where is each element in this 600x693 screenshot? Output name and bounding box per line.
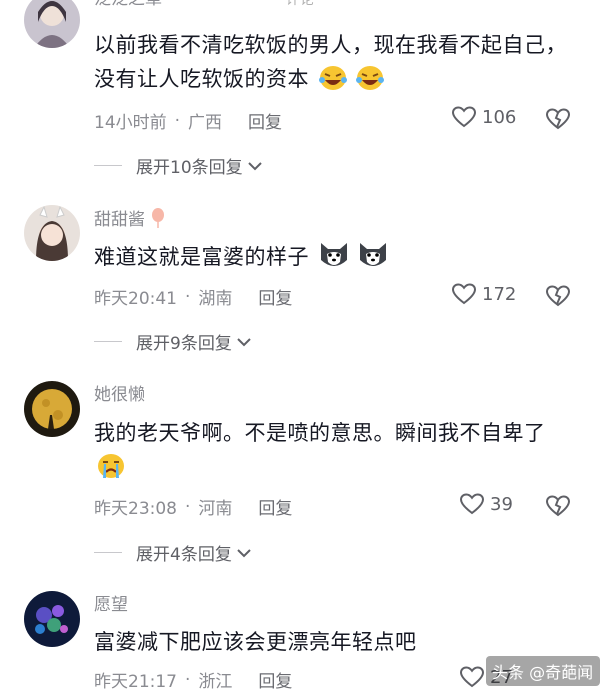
crying-emoji [96, 452, 126, 490]
broken-heart-icon [545, 495, 571, 517]
avatar[interactable] [24, 205, 80, 261]
comment-meta: 昨天23:08 · 河南 回复 [94, 494, 292, 520]
heart-icon [460, 493, 484, 515]
like-button[interactable]: 39 [460, 493, 513, 515]
comment-location: 湖南 [198, 289, 233, 309]
divider-line [94, 165, 122, 166]
watermark: 头条 @奇葩闻 [486, 656, 600, 686]
comment-body: 难道这就是富婆的样子 [94, 245, 309, 269]
comment-location: 浙江 [198, 672, 233, 692]
expand-replies-button[interactable]: 展开10条回复 [94, 153, 263, 178]
expand-replies-label: 展开4条回复 [136, 545, 232, 565]
reply-button[interactable]: 回复 [258, 284, 292, 309]
comment-time: 昨天23:08 [94, 499, 177, 519]
comment-time: 昨天21:17 [94, 672, 177, 692]
avatar[interactable] [24, 0, 80, 48]
like-button[interactable]: 172 [452, 283, 516, 305]
comment-time: 14小时前 [94, 113, 167, 133]
comment-location: 河南 [198, 499, 233, 519]
chevron-down-icon [247, 161, 262, 170]
like-count: 106 [482, 106, 517, 128]
comment-text: 难道这就是富婆的样子 [94, 240, 574, 280]
comment-username[interactable]: 泛泛之辈 [94, 0, 162, 10]
dislike-button[interactable] [545, 495, 571, 521]
reply-button[interactable]: 回复 [248, 108, 282, 133]
expand-replies-button[interactable]: 展开4条回复 [94, 540, 252, 565]
husky-emoji [318, 240, 389, 280]
divider-line [94, 341, 122, 342]
meta-separator: · [185, 496, 191, 517]
comment-location: 广西 [188, 113, 223, 133]
dislike-button[interactable] [545, 108, 571, 134]
comment-text: 以前我看不清吃软饭的男人，现在我看不起自己，没有让人吃软饭的资本 [94, 28, 574, 102]
avatar[interactable] [24, 591, 80, 647]
like-count: 39 [490, 493, 513, 515]
comment-username[interactable]: 她很懒 [94, 384, 145, 406]
reply-button[interactable]: 回复 [258, 667, 292, 692]
comment-username[interactable]: 甜甜酱 [94, 208, 166, 231]
top-bar: 评论 [0, 0, 600, 14]
like-button[interactable]: 106 [452, 106, 516, 128]
heart-icon [452, 283, 476, 305]
comment-meta: 昨天21:17 · 浙江 回复 [94, 667, 292, 693]
avatar[interactable] [24, 381, 80, 437]
comment-text: 我的老天爷啊。不是喷的意思。瞬间我不自卑了 [94, 416, 574, 490]
expand-replies-button[interactable]: 展开9条回复 [94, 329, 252, 354]
rolling-laughing-emoji [318, 64, 385, 102]
expand-replies-label: 展开9条回复 [136, 334, 232, 354]
heart-icon [460, 666, 484, 688]
meta-separator: · [174, 110, 181, 131]
reply-button[interactable]: 回复 [258, 494, 292, 519]
comment-text: 富婆减下肥应该会更漂亮年轻点吧 [94, 625, 574, 659]
dislike-button[interactable] [545, 285, 571, 311]
comment-body: 富婆减下肥应该会更漂亮年轻点吧 [94, 630, 417, 654]
balloon-icon [152, 208, 165, 228]
chevron-down-icon [237, 548, 251, 557]
heart-icon [452, 106, 476, 128]
chevron-down-icon [237, 337, 251, 346]
broken-heart-icon [545, 108, 571, 130]
divider-line [94, 552, 122, 553]
watermark-label: 头条 @奇葩闻 [492, 663, 594, 682]
meta-separator: · [185, 669, 191, 690]
comment-body: 我的老天爷啊。不是喷的意思。瞬间我不自卑了 [94, 421, 546, 445]
page-title: 评论 [286, 0, 314, 8]
comment-meta: 14小时前 · 广西 回复 [94, 108, 282, 134]
comment-time: 昨天20:41 [94, 289, 177, 309]
comment-username[interactable]: 愿望 [94, 594, 128, 616]
username-text: 甜甜酱 [94, 210, 145, 230]
meta-separator: · [185, 286, 191, 307]
like-count: 172 [482, 283, 517, 305]
broken-heart-icon [545, 285, 571, 307]
comment-meta: 昨天20:41 · 湖南 回复 [94, 284, 292, 310]
expand-replies-label: 展开10条回复 [136, 158, 243, 178]
